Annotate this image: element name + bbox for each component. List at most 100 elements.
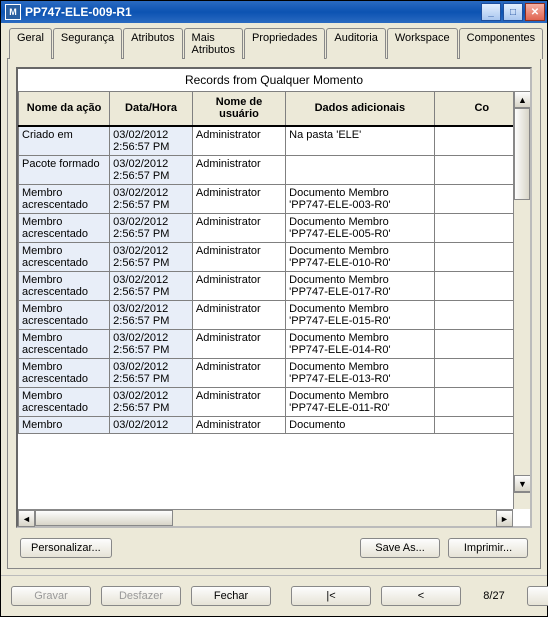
scroll-up-icon[interactable]: ▲ bbox=[514, 91, 530, 108]
hscroll-track[interactable] bbox=[35, 510, 496, 526]
table-row[interactable]: Pacote formado03/02/2012 2:56:57 PMAdmin… bbox=[19, 155, 530, 184]
table-cell: Na pasta 'ELE' bbox=[286, 126, 434, 156]
table-row[interactable]: Membro acrescentado03/02/2012 2:56:57 PM… bbox=[19, 242, 530, 271]
table-row[interactable]: Membro acrescentado03/02/2012 2:56:57 PM… bbox=[19, 358, 530, 387]
table-cell: Administrator bbox=[192, 271, 285, 300]
table-cell: 03/02/2012 2:56:57 PM bbox=[110, 387, 193, 416]
footer: Gravar Desfazer Fechar |< < 8/27 > >| bbox=[1, 575, 547, 616]
close-dialog-button[interactable]: Fechar bbox=[191, 586, 271, 606]
vscroll-track[interactable] bbox=[514, 108, 530, 475]
tab-geral[interactable]: Geral bbox=[9, 28, 52, 59]
tab-propriedades[interactable]: Propriedades bbox=[244, 28, 325, 59]
table-cell: Administrator bbox=[192, 213, 285, 242]
column-header[interactable]: Nome da ação bbox=[19, 92, 110, 126]
table-cell: Criado em bbox=[19, 126, 110, 156]
table-cell: Administrator bbox=[192, 358, 285, 387]
table-header-row: Nome da açãoData/HoraNome de usuárioDado… bbox=[19, 92, 530, 126]
table-cell: 03/02/2012 2:56:57 PM bbox=[110, 155, 193, 184]
table-cell: Documento Membro 'PP747-ELE-010-R0' bbox=[286, 242, 434, 271]
tab-mais-atributos[interactable]: Mais Atributos bbox=[184, 28, 243, 59]
column-header[interactable]: Dados adicionais bbox=[286, 92, 434, 126]
nav-next-button[interactable]: > bbox=[527, 586, 548, 606]
audit-table: Nome da açãoData/HoraNome de usuárioDado… bbox=[18, 91, 530, 434]
table-cell: Documento Membro 'PP747-ELE-017-R0' bbox=[286, 271, 434, 300]
scroll-right-icon[interactable]: ► bbox=[496, 510, 513, 527]
table-row[interactable]: Membro acrescentado03/02/2012 2:56:57 PM… bbox=[19, 329, 530, 358]
print-button[interactable]: Imprimir... bbox=[448, 538, 528, 558]
table-cell: Membro acrescentado bbox=[19, 184, 110, 213]
table-cell bbox=[286, 155, 434, 184]
window-body: GeralSegurançaAtributosMais AtributosPro… bbox=[1, 23, 547, 575]
tab-componentes[interactable]: Componentes bbox=[459, 28, 544, 59]
table-cell: Administrator bbox=[192, 126, 285, 156]
tab-atributos[interactable]: Atributos bbox=[123, 28, 182, 59]
table-cell: Membro acrescentado bbox=[19, 300, 110, 329]
table-cell: Administrator bbox=[192, 242, 285, 271]
minimize-button[interactable]: _ bbox=[481, 3, 501, 21]
table-cell: Documento bbox=[286, 416, 434, 433]
table-cell: Administrator bbox=[192, 184, 285, 213]
table-row[interactable]: Criado em03/02/2012 2:56:57 PMAdministra… bbox=[19, 126, 530, 156]
table-cell: Documento Membro 'PP747-ELE-014-R0' bbox=[286, 329, 434, 358]
save-as-button[interactable]: Save As... bbox=[360, 538, 440, 558]
table-caption: Records from Qualquer Momento bbox=[18, 69, 530, 91]
window-title: PP747-ELE-009-R1 bbox=[25, 5, 481, 19]
table-cell: Administrator bbox=[192, 300, 285, 329]
table-cell: Administrator bbox=[192, 155, 285, 184]
table-cell: Administrator bbox=[192, 387, 285, 416]
table-cell: Documento Membro 'PP747-ELE-011-R0' bbox=[286, 387, 434, 416]
table-row[interactable]: Membro acrescentado03/02/2012 2:56:57 PM… bbox=[19, 271, 530, 300]
table-cell: Administrator bbox=[192, 329, 285, 358]
table-cell: Membro acrescentado bbox=[19, 358, 110, 387]
page-indicator: 8/27 bbox=[471, 590, 517, 602]
column-header[interactable]: Nome de usuário bbox=[192, 92, 285, 126]
table-cell: Membro acrescentado bbox=[19, 387, 110, 416]
table-cell: 03/02/2012 2:56:57 PM bbox=[110, 358, 193, 387]
horizontal-scrollbar[interactable]: ◄ ► bbox=[18, 509, 513, 526]
tab-segurança[interactable]: Segurança bbox=[53, 28, 122, 59]
table-cell: 03/02/2012 2:56:57 PM bbox=[110, 242, 193, 271]
table-cell: 03/02/2012 2:56:57 PM bbox=[110, 329, 193, 358]
window: M PP747-ELE-009-R1 _ □ ✕ GeralSegurançaA… bbox=[0, 0, 548, 617]
table-row[interactable]: Membro acrescentado03/02/2012 2:56:57 PM… bbox=[19, 387, 530, 416]
table-row[interactable]: Membro acrescentado03/02/2012 2:56:57 PM… bbox=[19, 300, 530, 329]
undo-button: Desfazer bbox=[101, 586, 181, 606]
scroll-left-icon[interactable]: ◄ bbox=[18, 510, 35, 527]
app-icon: M bbox=[5, 4, 21, 20]
table-cell: 03/02/2012 2:56:57 PM bbox=[110, 271, 193, 300]
table-row[interactable]: Membro acrescentado03/02/2012 2:56:57 PM… bbox=[19, 213, 530, 242]
scroll-corner bbox=[513, 492, 530, 509]
table-cell: Documento Membro 'PP747-ELE-015-R0' bbox=[286, 300, 434, 329]
table-cell: Membro acrescentado bbox=[19, 213, 110, 242]
table-cell: Documento Membro 'PP747-ELE-005-R0' bbox=[286, 213, 434, 242]
maximize-button[interactable]: □ bbox=[503, 3, 523, 21]
table-cell: 03/02/2012 2:56:57 PM bbox=[110, 213, 193, 242]
table-cell: 03/02/2012 2:56:57 PM bbox=[110, 184, 193, 213]
personalize-button[interactable]: Personalizar... bbox=[20, 538, 112, 558]
vertical-scrollbar[interactable]: ▲ ▼ bbox=[513, 91, 530, 492]
tab-strip: GeralSegurançaAtributosMais AtributosPro… bbox=[7, 27, 541, 59]
nav-prev-button[interactable]: < bbox=[381, 586, 461, 606]
table-cell: 03/02/2012 2:56:57 PM bbox=[110, 126, 193, 156]
vscroll-thumb[interactable] bbox=[514, 108, 530, 200]
table-cell: 03/02/2012 2:56:57 PM bbox=[110, 300, 193, 329]
nav-first-button[interactable]: |< bbox=[291, 586, 371, 606]
close-button[interactable]: ✕ bbox=[525, 3, 545, 21]
tab-auditoria[interactable]: Auditoria bbox=[326, 28, 385, 59]
table-row[interactable]: Membro03/02/2012AdministratorDocumento bbox=[19, 416, 530, 433]
table-body: Criado em03/02/2012 2:56:57 PMAdministra… bbox=[19, 126, 530, 434]
table-row[interactable]: Membro acrescentado03/02/2012 2:56:57 PM… bbox=[19, 184, 530, 213]
tab-panel-auditoria: Records from Qualquer Momento Nome da aç… bbox=[7, 59, 541, 569]
audit-table-area: Records from Qualquer Momento Nome da aç… bbox=[16, 67, 532, 528]
table-cell: Membro acrescentado bbox=[19, 271, 110, 300]
table-cell: 03/02/2012 bbox=[110, 416, 193, 433]
table-cell: Pacote formado bbox=[19, 155, 110, 184]
column-header[interactable]: Data/Hora bbox=[110, 92, 193, 126]
window-buttons: _ □ ✕ bbox=[481, 3, 545, 21]
tab-workspace[interactable]: Workspace bbox=[387, 28, 458, 59]
table-cell: Membro bbox=[19, 416, 110, 433]
hscroll-thumb[interactable] bbox=[35, 510, 173, 526]
scroll-down-icon[interactable]: ▼ bbox=[514, 475, 530, 492]
table-cell: Documento Membro 'PP747-ELE-003-R0' bbox=[286, 184, 434, 213]
save-button: Gravar bbox=[11, 586, 91, 606]
